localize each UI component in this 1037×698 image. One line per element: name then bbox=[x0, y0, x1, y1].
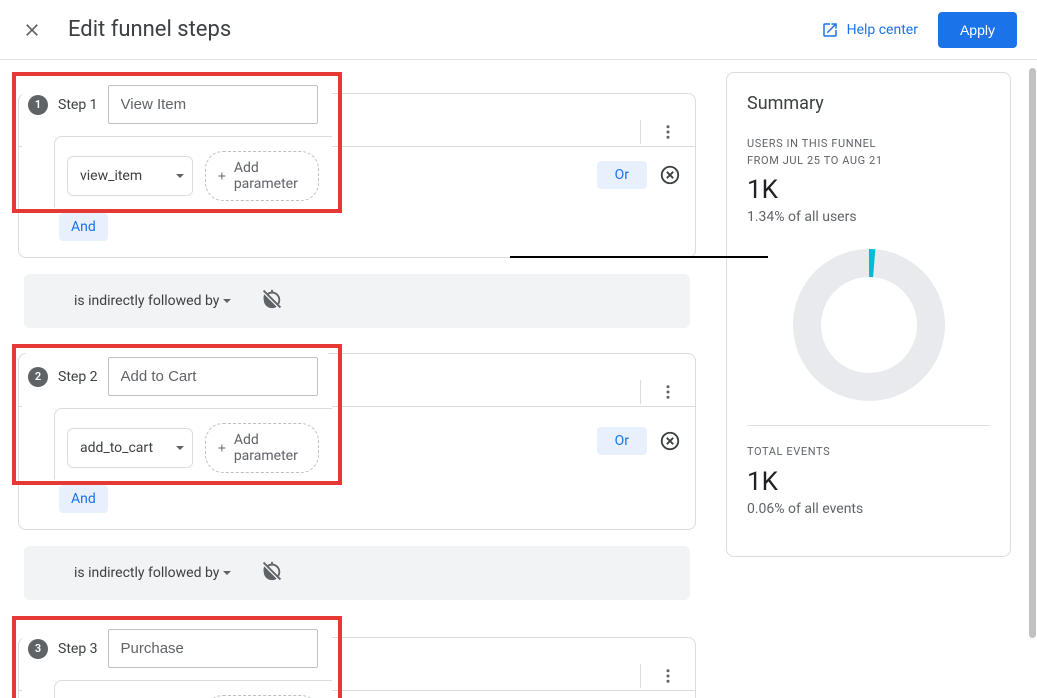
summary-users-count: 1K bbox=[747, 175, 990, 205]
help-center-label: Help center bbox=[847, 22, 918, 38]
step-menu-button[interactable] bbox=[640, 380, 695, 404]
summary-events-pct: 0.06% of all events bbox=[747, 501, 990, 517]
annotation-highlight-step-2: 2 Step 2 add_to_cart Add parameter bbox=[12, 344, 342, 485]
step-number-badge: 2 bbox=[28, 367, 48, 387]
close-icon bbox=[22, 20, 42, 40]
connector-label: is indirectly followed by bbox=[74, 293, 219, 309]
timer-off-icon bbox=[261, 560, 283, 582]
step-label: Step 3 bbox=[58, 641, 98, 657]
step-name-input[interactable] bbox=[108, 629, 318, 668]
and-button[interactable]: And bbox=[59, 485, 108, 513]
step-condition-row: purchase Add parameter bbox=[54, 680, 332, 698]
step-name-input[interactable] bbox=[108, 85, 318, 124]
summary-users-pct: 1.34% of all users bbox=[747, 209, 990, 225]
and-button[interactable]: And bbox=[59, 213, 108, 241]
connector-label: is indirectly followed by bbox=[74, 565, 219, 581]
add-parameter-label: Add parameter bbox=[234, 432, 302, 464]
step-number-badge: 1 bbox=[28, 95, 48, 115]
plus-icon bbox=[216, 440, 228, 456]
step-label: Step 1 bbox=[58, 97, 98, 113]
step-number-badge: 3 bbox=[28, 639, 48, 659]
connector-select[interactable]: is indirectly followed by bbox=[74, 565, 231, 581]
more-vert-icon bbox=[659, 667, 677, 685]
main-content: 1 Step 1 view_item Add parameter bbox=[0, 60, 1037, 698]
or-button[interactable]: Or bbox=[597, 161, 647, 189]
dialog-header: Edit funnel steps Help center Apply bbox=[0, 0, 1037, 60]
apply-button[interactable]: Apply bbox=[938, 12, 1017, 48]
step-header: 1 Step 1 bbox=[22, 80, 332, 136]
close-button[interactable] bbox=[20, 18, 44, 42]
remove-condition-button[interactable] bbox=[659, 430, 681, 452]
or-button[interactable]: Or bbox=[597, 427, 647, 455]
timer-off-icon bbox=[261, 288, 283, 310]
step-condition-row: view_item Add parameter bbox=[54, 136, 332, 207]
event-select[interactable]: add_to_cart bbox=[67, 428, 193, 468]
more-vert-icon bbox=[659, 123, 677, 141]
summary-panel: Summary USERS IN THIS FUNNEL FROM JUL 25… bbox=[726, 72, 1011, 557]
add-parameter-label: Add parameter bbox=[234, 160, 302, 192]
step-menu-button[interactable] bbox=[640, 120, 695, 144]
remove-circle-icon bbox=[659, 430, 681, 452]
timer-toggle[interactable] bbox=[261, 288, 283, 314]
step-connector: is indirectly followed by bbox=[24, 546, 690, 600]
step-condition-row: add_to_cart Add parameter bbox=[54, 408, 332, 479]
step-name-input[interactable] bbox=[108, 357, 318, 396]
scrollbar[interactable] bbox=[1027, 68, 1037, 694]
open-in-new-icon bbox=[821, 21, 839, 39]
summary-title: Summary bbox=[747, 93, 990, 114]
add-parameter-button[interactable]: Add parameter bbox=[205, 423, 319, 473]
divider bbox=[747, 425, 990, 426]
summary-date-range: FROM JUL 25 TO AUG 21 bbox=[747, 153, 990, 170]
summary-events-count: 1K bbox=[747, 467, 990, 497]
chevron-down-icon bbox=[176, 446, 184, 450]
chevron-down-icon bbox=[223, 299, 231, 303]
step-connector: is indirectly followed by bbox=[24, 274, 690, 328]
annotation-line bbox=[510, 256, 768, 258]
event-select[interactable]: view_item bbox=[67, 156, 193, 196]
summary-users-label: USERS IN THIS FUNNEL bbox=[747, 136, 990, 153]
step-header: 2 Step 2 bbox=[22, 352, 332, 408]
summary-donut-chart bbox=[747, 245, 990, 405]
step-card: 3 Step 3 purchase Add parameter bbox=[22, 624, 332, 698]
chevron-down-icon bbox=[223, 571, 231, 575]
event-select-label: view_item bbox=[80, 167, 142, 185]
add-parameter-button[interactable]: Add parameter bbox=[205, 151, 319, 201]
steps-column: 1 Step 1 view_item Add parameter bbox=[12, 72, 702, 686]
step-menu-button[interactable] bbox=[640, 664, 695, 688]
annotation-highlight-step-3: 3 Step 3 purchase Add parameter bbox=[12, 616, 342, 698]
connector-select[interactable]: is indirectly followed by bbox=[74, 293, 231, 309]
remove-condition-button[interactable] bbox=[659, 164, 681, 186]
event-select-label: add_to_cart bbox=[80, 439, 153, 457]
more-vert-icon bbox=[659, 383, 677, 401]
timer-toggle[interactable] bbox=[261, 560, 283, 586]
step-label: Step 2 bbox=[58, 369, 98, 385]
summary-events-label: TOTAL EVENTS bbox=[747, 444, 990, 461]
step-header: 3 Step 3 bbox=[22, 624, 332, 680]
step-card: 1 Step 1 view_item Add parameter bbox=[22, 80, 332, 207]
help-center-link[interactable]: Help center bbox=[821, 21, 918, 39]
chevron-down-icon bbox=[176, 174, 184, 178]
annotation-highlight-step-1: 1 Step 1 view_item Add parameter bbox=[12, 72, 342, 213]
dialog-title: Edit funnel steps bbox=[68, 17, 821, 42]
remove-circle-icon bbox=[659, 164, 681, 186]
scrollbar-thumb[interactable] bbox=[1029, 68, 1036, 638]
plus-icon bbox=[216, 168, 228, 184]
step-card: 2 Step 2 add_to_cart Add parameter bbox=[22, 352, 332, 479]
donut-chart-icon bbox=[789, 245, 949, 405]
